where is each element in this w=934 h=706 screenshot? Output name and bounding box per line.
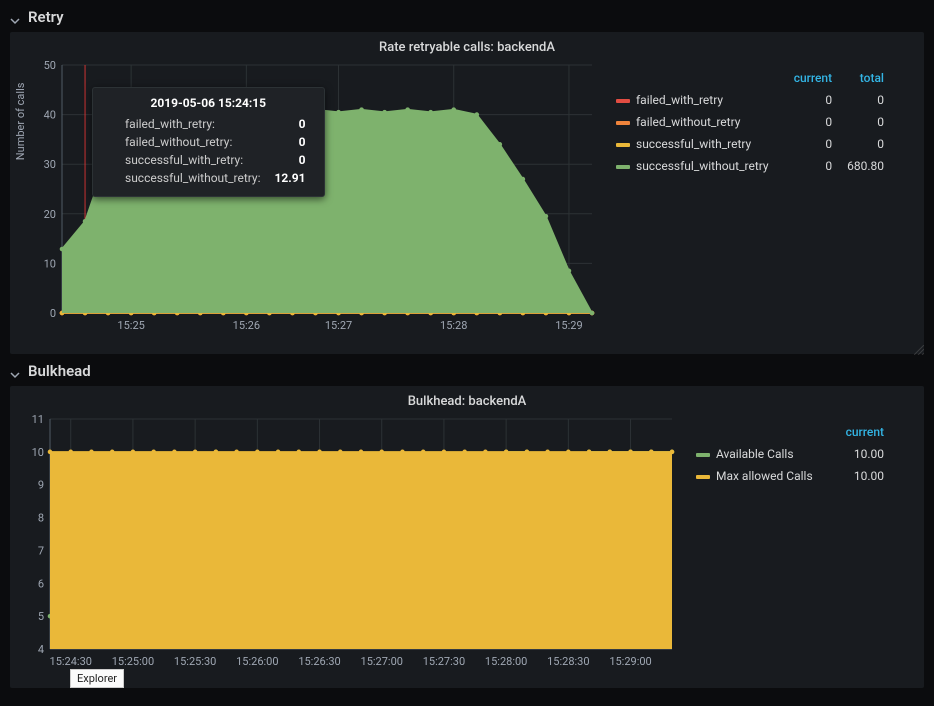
svg-text:10: 10 bbox=[32, 446, 44, 459]
legend-bulkhead: current Available Calls10.00Max allowed … bbox=[690, 413, 890, 675]
svg-text:15:28: 15:28 bbox=[440, 319, 467, 332]
svg-text:15:28:30: 15:28:30 bbox=[547, 655, 589, 668]
svg-text:15:25:00: 15:25:00 bbox=[112, 655, 154, 668]
resize-handle-icon[interactable] bbox=[914, 344, 924, 354]
svg-text:15:25:30: 15:25:30 bbox=[174, 655, 216, 668]
svg-text:5: 5 bbox=[38, 610, 44, 623]
svg-text:4: 4 bbox=[38, 643, 44, 656]
row-title: Bulkhead bbox=[28, 362, 91, 380]
svg-text:6: 6 bbox=[38, 577, 44, 590]
svg-text:0: 0 bbox=[50, 307, 56, 320]
svg-text:15:29:00: 15:29:00 bbox=[609, 655, 651, 668]
legend-header-current[interactable]: current bbox=[785, 67, 838, 89]
row-toggle-retry[interactable]: Retry bbox=[10, 6, 924, 32]
chevron-down-icon bbox=[10, 366, 20, 376]
panel-bulkhead: Bulkhead: backendA 4 5 6 7 8 9 10 11 15:24:30 15:… bbox=[10, 386, 924, 688]
legend-item[interactable]: Available Calls10.00 bbox=[690, 443, 890, 465]
panel-retry: Rate retryable calls: backendA Number of… bbox=[10, 32, 924, 354]
legend-item[interactable]: failed_without_retry00 bbox=[610, 111, 890, 133]
svg-text:15:26:30: 15:26:30 bbox=[298, 655, 340, 668]
row-toggle-bulkhead[interactable]: Bulkhead bbox=[10, 360, 924, 386]
chart-bulkhead[interactable]: 4 5 6 7 8 9 10 11 15:24:30 15:25:00 15:25:30 15:26:… bbox=[20, 413, 680, 675]
chart-retry[interactable]: Number of calls 0102030405015:2515:2615:… bbox=[20, 59, 600, 339]
panel-title: Bulkhead: backendA bbox=[20, 392, 914, 413]
svg-text:15:29: 15:29 bbox=[555, 319, 582, 332]
legend-item[interactable]: failed_with_retry00 bbox=[610, 89, 890, 111]
explorer-tooltip: Explorer bbox=[70, 669, 124, 688]
svg-text:9: 9 bbox=[38, 479, 44, 492]
legend-item[interactable]: Max allowed Calls10.00 bbox=[690, 465, 890, 487]
legend-retry: current total failed_with_retry00failed_… bbox=[610, 59, 890, 339]
svg-text:15:26:00: 15:26:00 bbox=[236, 655, 278, 668]
row-title: Retry bbox=[28, 8, 64, 26]
y-axis-label: Number of calls bbox=[14, 83, 27, 161]
chevron-down-icon bbox=[10, 12, 20, 22]
legend-header-total[interactable]: total bbox=[838, 67, 890, 89]
svg-text:15:27:30: 15:27:30 bbox=[423, 655, 465, 668]
svg-text:15:27:00: 15:27:00 bbox=[361, 655, 403, 668]
svg-text:10: 10 bbox=[44, 257, 56, 270]
svg-text:40: 40 bbox=[44, 109, 56, 122]
legend-header-current[interactable]: current bbox=[834, 421, 890, 443]
svg-text:50: 50 bbox=[44, 59, 56, 72]
svg-text:11: 11 bbox=[32, 413, 44, 426]
svg-text:20: 20 bbox=[44, 208, 56, 221]
svg-text:8: 8 bbox=[38, 512, 44, 525]
svg-text:15:24:30: 15:24:30 bbox=[50, 655, 92, 668]
svg-text:15:25: 15:25 bbox=[117, 319, 144, 332]
legend-item[interactable]: successful_with_retry00 bbox=[610, 133, 890, 155]
legend-item[interactable]: successful_without_retry0680.80 bbox=[610, 155, 890, 177]
svg-text:15:26: 15:26 bbox=[233, 319, 260, 332]
svg-text:7: 7 bbox=[38, 544, 44, 557]
svg-text:15:28:00: 15:28:00 bbox=[485, 655, 527, 668]
svg-text:30: 30 bbox=[44, 158, 56, 171]
panel-title: Rate retryable calls: backendA bbox=[20, 38, 914, 59]
svg-text:15:27: 15:27 bbox=[325, 319, 352, 332]
